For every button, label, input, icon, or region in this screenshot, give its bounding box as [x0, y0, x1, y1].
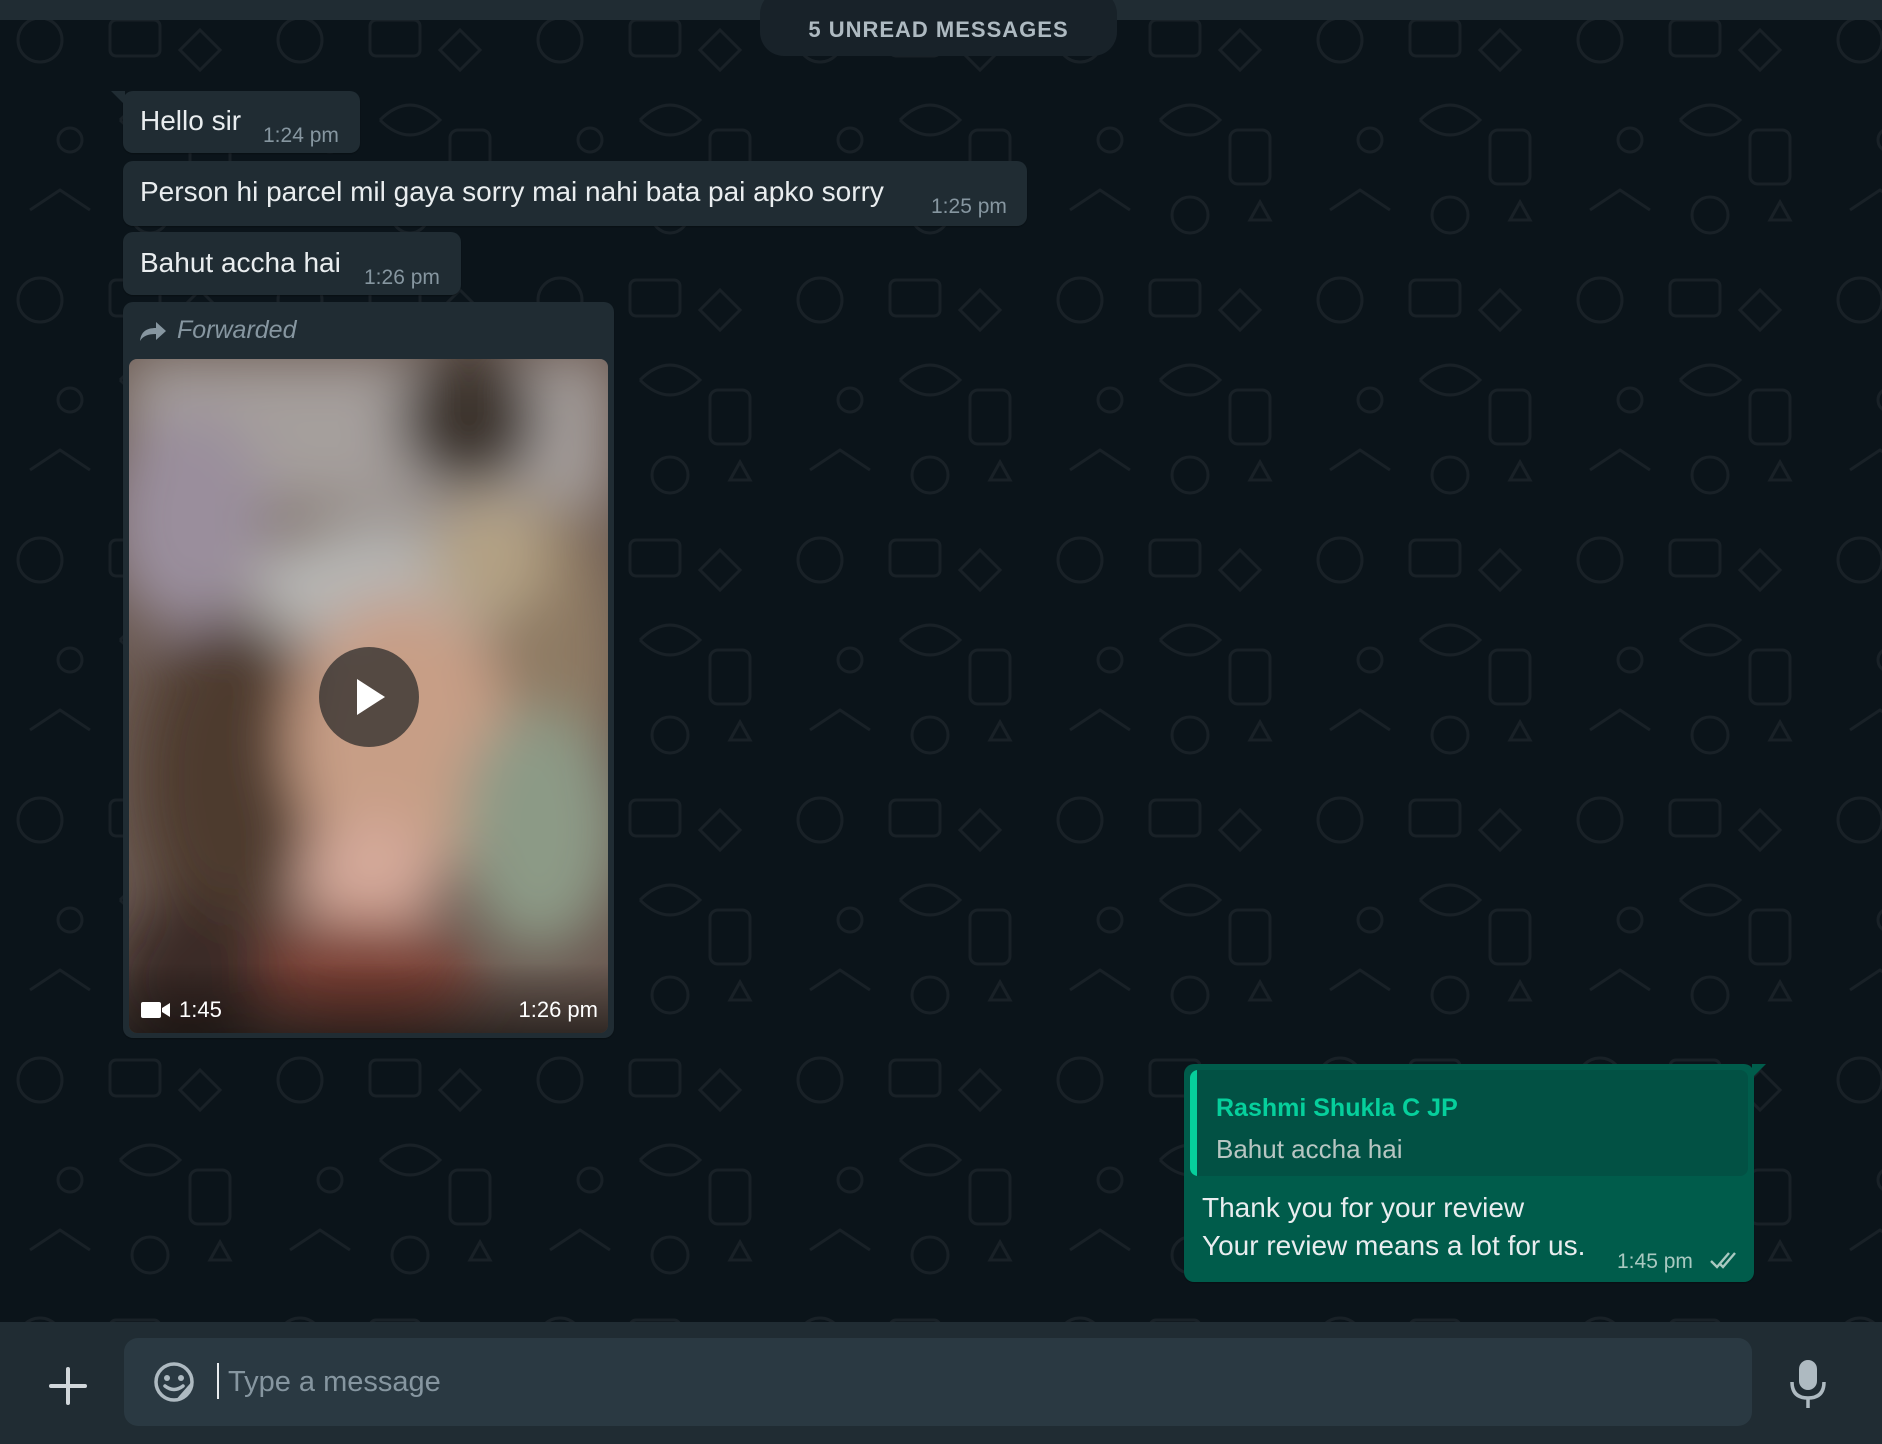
incoming-message[interactable]: Hello sir 1:24 pm	[111, 91, 360, 153]
quoted-message[interactable]: Rashmi Shukla C JP Bahut accha hai	[1190, 1070, 1748, 1176]
message-time: 1:45 pm	[1617, 1250, 1693, 1273]
message-time: 1:24 pm	[263, 124, 339, 147]
forwarded-indicator: Forwarded	[139, 316, 297, 345]
video-duration-label: 1:45	[179, 997, 222, 1022]
quote-author: Rashmi Shukla C JP	[1216, 1094, 1458, 1122]
read-double-tick-icon	[1710, 1252, 1736, 1269]
message-text: Hello sir	[140, 105, 242, 136]
unread-messages-banner: 5 UNREAD MESSAGES	[760, 0, 1117, 56]
outgoing-message[interactable]: Rashmi Shukla C JP Bahut accha hai Thank…	[1184, 1064, 1766, 1282]
forward-arrow-icon	[140, 321, 166, 341]
video-camera-icon	[141, 1002, 170, 1018]
message-input[interactable]	[228, 1352, 1708, 1412]
incoming-message[interactable]: Person hi parcel mil gaya sorry mai nahi…	[123, 161, 1027, 226]
message-time: 1:26 pm	[364, 266, 440, 289]
bubble-tail	[111, 91, 125, 105]
plus-icon	[49, 1367, 87, 1405]
message-input-container[interactable]	[124, 1338, 1752, 1426]
video-duration: 1:45	[141, 997, 222, 1023]
video-thumbnail[interactable]: 1:45 1:26 pm	[129, 359, 608, 1033]
message-time: 1:26 pm	[518, 997, 599, 1022]
message-list[interactable]: 5 UNREAD MESSAGES Hello sir 1:24 pm Pers…	[0, 0, 1882, 1322]
message-text: Bahut accha hai	[140, 247, 341, 278]
message-text: Person hi parcel mil gaya sorry mai nahi…	[140, 176, 884, 207]
text-caret	[217, 1363, 219, 1399]
message-text-line: Your review means a lot for us.	[1202, 1230, 1586, 1261]
whatsapp-chat-window: 5 UNREAD MESSAGES Hello sir 1:24 pm Pers…	[0, 0, 1882, 1444]
bubble-tail	[1752, 1064, 1766, 1078]
attach-button[interactable]	[42, 1360, 94, 1412]
play-button[interactable]	[319, 647, 419, 747]
quote-accent-bar	[1190, 1070, 1197, 1176]
play-icon	[357, 679, 385, 715]
microphone-icon[interactable]	[1788, 1358, 1828, 1410]
message-time: 1:25 pm	[931, 195, 1007, 218]
incoming-video-message[interactable]: Forwarded 1:45 1:26 pm	[123, 302, 614, 1038]
message-text-line: Thank you for your review	[1202, 1192, 1525, 1223]
incoming-message[interactable]: Bahut accha hai 1:26 pm	[123, 232, 461, 295]
quote-text: Bahut accha hai	[1216, 1134, 1403, 1164]
forwarded-label: Forwarded	[177, 316, 297, 344]
sticker-icon[interactable]	[152, 1360, 196, 1404]
unread-messages-label: 5 UNREAD MESSAGES	[808, 17, 1069, 42]
